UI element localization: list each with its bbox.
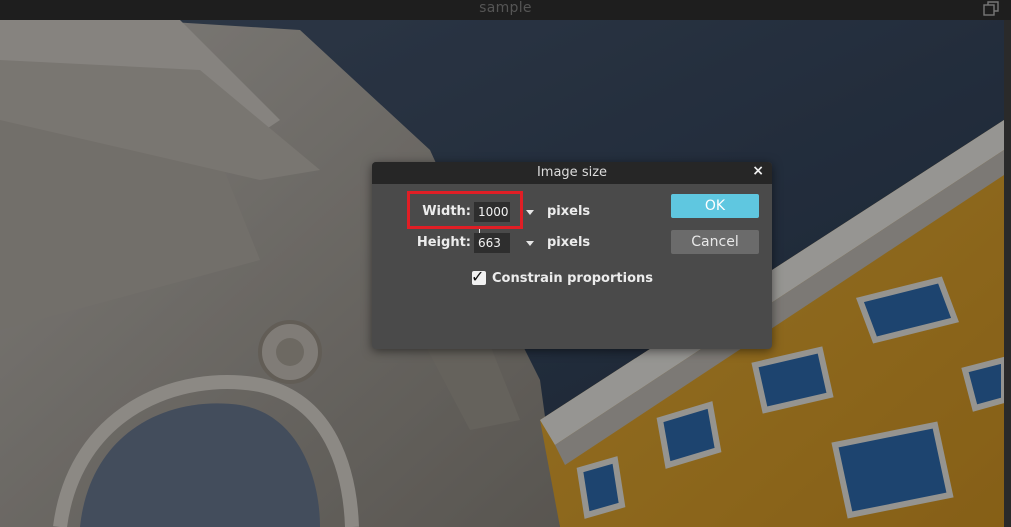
height-value: 663 <box>478 236 501 250</box>
width-unit-dropdown-arrow-icon[interactable] <box>526 210 534 215</box>
restore-window-icon[interactable] <box>983 1 999 16</box>
height-unit-label: pixels <box>547 235 591 250</box>
width-unit-label: pixels <box>547 204 591 219</box>
width-field-highlight <box>407 191 523 229</box>
ok-button[interactable]: OK <box>671 194 759 218</box>
cancel-button[interactable]: Cancel <box>671 230 759 254</box>
vertical-scrollbar[interactable] <box>1004 20 1011 527</box>
constrain-proportions-label[interactable]: Constrain proportions <box>492 271 653 286</box>
close-icon[interactable]: × <box>752 163 764 179</box>
height-unit-dropdown-arrow-icon[interactable] <box>526 241 534 246</box>
constrain-proportions-checkbox[interactable]: ✓ <box>471 267 486 286</box>
height-input[interactable]: 663 <box>474 233 510 253</box>
check-icon: ✓ <box>471 267 485 286</box>
dialog-title: Image size <box>536 165 608 180</box>
height-label: Height: <box>416 235 471 250</box>
window-title: sample <box>479 0 532 16</box>
